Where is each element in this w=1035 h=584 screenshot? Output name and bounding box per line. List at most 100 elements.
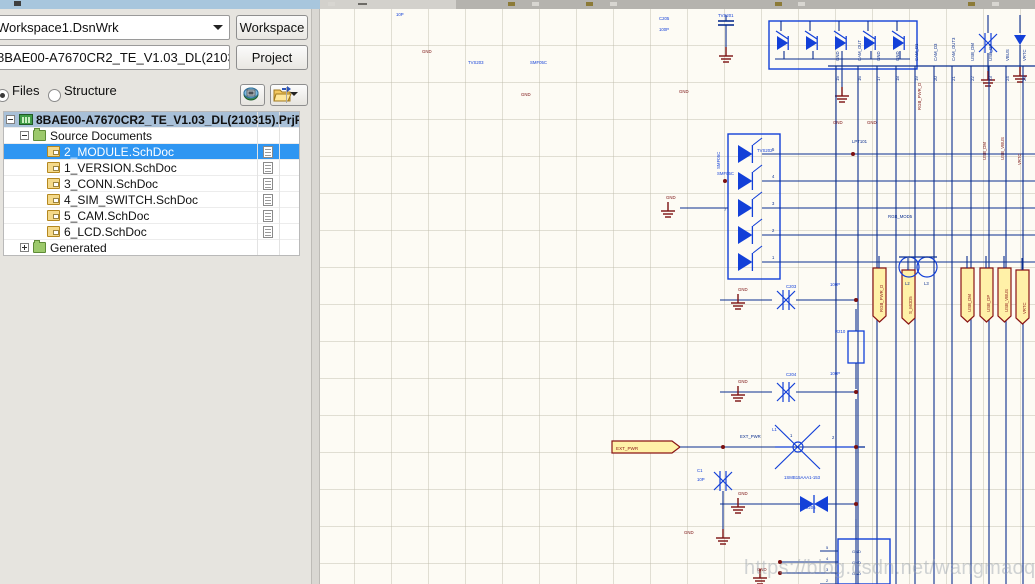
radio-files[interactable] [0,89,9,102]
wire [752,191,763,200]
toolbar-tick-3 [508,2,515,6]
schematic-text: GND [876,51,881,61]
tree-node-label: 6_LCD.SchDoc [64,225,147,239]
schematic-text: C1 [697,468,703,473]
schematic-text: RGB_PWR_D [879,285,884,312]
tree-column-divider [279,192,280,208]
schematic-text: L3 [924,281,929,286]
schematic-text: VBUS [1005,49,1010,61]
tree-column-divider [257,160,258,176]
tree-node[interactable]: 4_SIM_SWITCH.SchDoc [4,192,299,208]
schematic-text: 23 [988,76,993,81]
schematic-text: CAM_OUT3 [951,37,956,61]
workspace-combo[interactable]: Workspace1.DsnWrk [0,15,230,40]
schematic-text: GND [833,120,843,125]
schematic-text: GND [422,49,432,54]
project-tree[interactable]: 8BAE00-A7670CR2_TE_V1.03_DL(210315).PrjP… [3,111,300,256]
tree-node-label: 8BAE00-A7670CR2_TE_V1.03_DL(210315).PrjP… [36,113,300,127]
schematic-text: 19 [914,76,919,81]
schematic-text: 1SMB15AAA1-153 [784,475,821,480]
tree-node[interactable]: Source Documents [4,128,299,144]
schematic-text: EXT_PWR [740,434,761,439]
compile-button[interactable] [240,84,265,106]
schematic-folder-icon [47,162,60,173]
schematic-text: CAM_D3 [933,43,938,61]
projects-panel: Workspace1.DsnWrk Workspace 8BAE00-A7670… [0,9,311,584]
tree-node-label: 5_CAM.SchDoc [64,209,150,223]
tree-node[interactable]: 1_VERSION.SchDoc [4,160,299,176]
schematic-folder-icon [47,178,60,189]
schematic-text: GND [738,379,748,384]
schematic-text: GND [666,195,676,200]
tvs-diode-symbol [1014,35,1026,45]
schematic-text: USB_VBUS [1004,289,1009,312]
schematic-text: 1 [790,433,793,438]
project-icon [19,114,33,125]
schematic-text: GND [835,51,840,61]
tree-column-divider [257,240,258,255]
schematic-text: LPT101 [852,139,868,144]
schematic-text: USB_DM [967,294,972,312]
schematic-text: 10P [396,12,404,17]
schematic-folder-icon [47,194,60,205]
schematic-text: L1 [772,427,777,432]
radio-structure[interactable] [48,89,61,102]
tree-node[interactable]: 8BAE00-A7670CR2_TE_V1.03_DL(210315).PrjP… [4,112,299,128]
schematic-text: R210 [835,329,846,334]
schematic-text: 2 [832,435,835,440]
open-documents-chevron-icon[interactable] [290,92,298,96]
diode-symbol [738,145,753,163]
workspace-button[interactable]: Workspace [236,15,308,40]
open-documents-button[interactable] [270,84,308,106]
toolbar-segment-1 [320,0,456,9]
tree-row-divider [4,255,299,256]
schematic-folder-icon [47,146,60,157]
diode-symbol [738,253,753,271]
schematic-text: VRTC [1022,49,1027,61]
schematic-text: GND [684,530,694,535]
tree-column-divider [257,144,258,160]
wire [752,245,763,254]
tree-collapse-icon[interactable] [6,115,15,124]
schematic-text: 20 [933,76,938,81]
schematic-text: C204 [786,372,797,377]
tree-node-label: Generated [50,241,107,255]
port-shape [1015,269,1030,325]
schematic-text: 25 [1022,76,1027,81]
toolbar-tick-6 [610,2,617,6]
chevron-down-icon[interactable] [213,25,223,30]
tree-column-divider [257,208,258,224]
schematic-text: VRTC [1017,153,1022,165]
workspace-combo-value: Workspace1.DsnWrk [0,20,119,35]
toolbar-divider [286,87,287,103]
schematic-folder-icon [47,226,60,237]
tree-node[interactable]: 2_MODULE.SchDoc [4,144,299,160]
project-button[interactable]: Project [236,45,308,70]
tree-column-divider [257,176,258,192]
schematic-text: CAM_D1 [914,43,919,61]
tree-node[interactable]: Generated [4,240,299,256]
tree-node[interactable]: 3_CONN.SchDoc [4,176,299,192]
tree-node-label: 1_VERSION.SchDoc [64,161,177,175]
editor-toolbar-strip[interactable] [320,0,1035,9]
tree-node[interactable]: 6_LCD.SchDoc [4,224,299,240]
schematic-text: 17 [876,76,881,81]
folder-icon [33,240,46,253]
toolbar-tick-2 [358,3,367,5]
tree-collapse-icon[interactable] [20,131,29,140]
tvs-diode-b [814,496,828,512]
schematic-text: EXT_PWR [616,446,639,451]
tree-node[interactable]: 5_CAM.SchDoc [4,208,299,224]
folder-icon [33,128,46,141]
panel-splitter[interactable] [311,9,320,584]
diode-symbol [738,199,753,217]
tree-expand-icon[interactable] [20,243,29,252]
wire [752,218,763,227]
schematic-canvas[interactable]: GND 15 CAM_OUT 16 GND 17 GND 18 CAM_D1 19 CAM_D3 20… [320,9,1035,584]
schematic-folder-icon [47,210,60,221]
project-combo-value: 8BAE00-A7670CR2_TE_V1.03_DL(210315).PrjP… [0,50,229,65]
compile-icon [243,87,259,101]
schematic-text: GND [679,89,689,94]
schematic-text: RGB_MOD5 [888,214,913,219]
project-combo[interactable]: 8BAE00-A7670CR2_TE_V1.03_DL(210315).PrjP… [0,45,230,70]
